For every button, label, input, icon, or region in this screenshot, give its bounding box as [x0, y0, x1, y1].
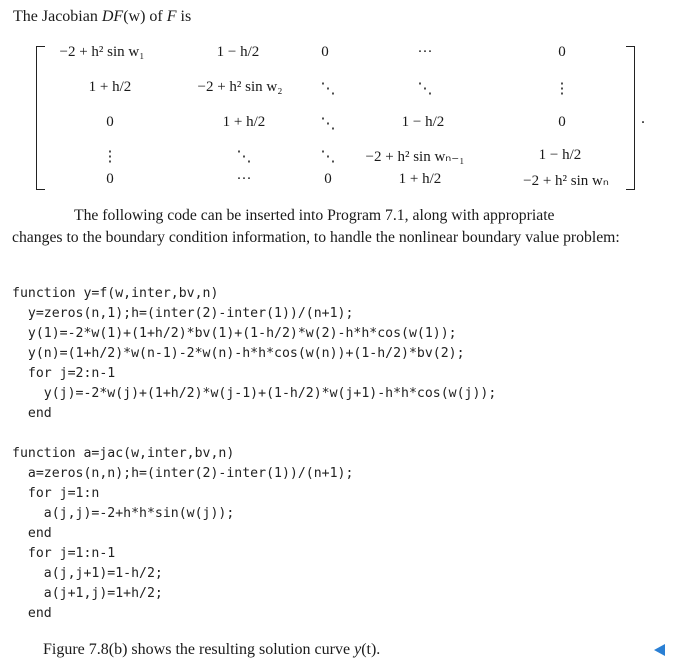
intro-mid: of [145, 8, 167, 25]
matrix-cell: 1 − h/2 [401, 114, 445, 130]
matrix-cell: 1 + h/2 [88, 79, 132, 95]
matrix-cell: ··· [236, 171, 252, 187]
matrix-cell: 0 [558, 114, 566, 130]
matrix-cell: 0 [324, 171, 332, 187]
matrix-cell: −2 + h² sin w₁ [59, 44, 145, 60]
intro-sentence: The Jacobian DF(w) of F is [13, 8, 191, 26]
matrix-cell: 0 [106, 114, 114, 130]
matrix-cell: ⋮ [554, 81, 570, 97]
caption-t: (t). [361, 641, 381, 658]
matrix-cell: 0 [106, 171, 114, 187]
matrix-cell: −2 + h² sin wₙ [523, 173, 609, 189]
matrix-cell: ⋱ [320, 149, 336, 165]
function-symbol: F [166, 8, 177, 25]
matrix-cell: ⋱ [236, 149, 252, 165]
matrix-cell: ⋱ [320, 81, 336, 97]
matrix-cell: −2 + h² sin wₙ₋₁ [365, 149, 465, 165]
matrix-cell: ⋱ [417, 81, 433, 97]
code-block-jac: function a=jac(w,inter,bv,n) a=zeros(n,n… [12, 446, 354, 621]
matrix-cell: ⋱ [320, 116, 336, 132]
matrix-cell: 1 − h/2 [216, 44, 260, 60]
jacobian-arg: (w) [123, 8, 146, 25]
code-block-f: function y=f(w,inter,bv,n) y=zeros(n,1);… [12, 286, 497, 421]
matrix-cell: ⋮ [102, 149, 118, 165]
matrix-cell: −2 + h² sin w₂ [197, 79, 283, 95]
matrix-cell: 0 [321, 44, 329, 60]
matrix-right-bracket [626, 46, 635, 190]
matrix-cell: 1 + h/2 [398, 171, 442, 187]
paragraph-rest: changes to the boundary condition inform… [12, 229, 620, 246]
matrix-left-bracket [36, 46, 45, 190]
back-arrow-icon[interactable] [654, 644, 665, 656]
matrix-period: . [641, 110, 645, 127]
matrix-cell: 1 − h/2 [538, 147, 582, 163]
caption-prefix: Figure 7.8(b) shows the resulting soluti… [43, 641, 355, 658]
matrix-cell: 0 [558, 44, 566, 60]
intro-prefix: The Jacobian [13, 8, 102, 25]
figure-caption: Figure 7.8(b) shows the resulting soluti… [43, 641, 380, 659]
intro-suffix: is [176, 8, 192, 25]
body-paragraph: The following code can be inserted into … [12, 205, 672, 249]
matrix-cell: ··· [417, 44, 433, 60]
paragraph-line-1: The following code can be inserted into … [74, 207, 555, 224]
matrix-cell: 1 + h/2 [222, 114, 266, 130]
jacobian-symbol: DF [101, 8, 124, 25]
